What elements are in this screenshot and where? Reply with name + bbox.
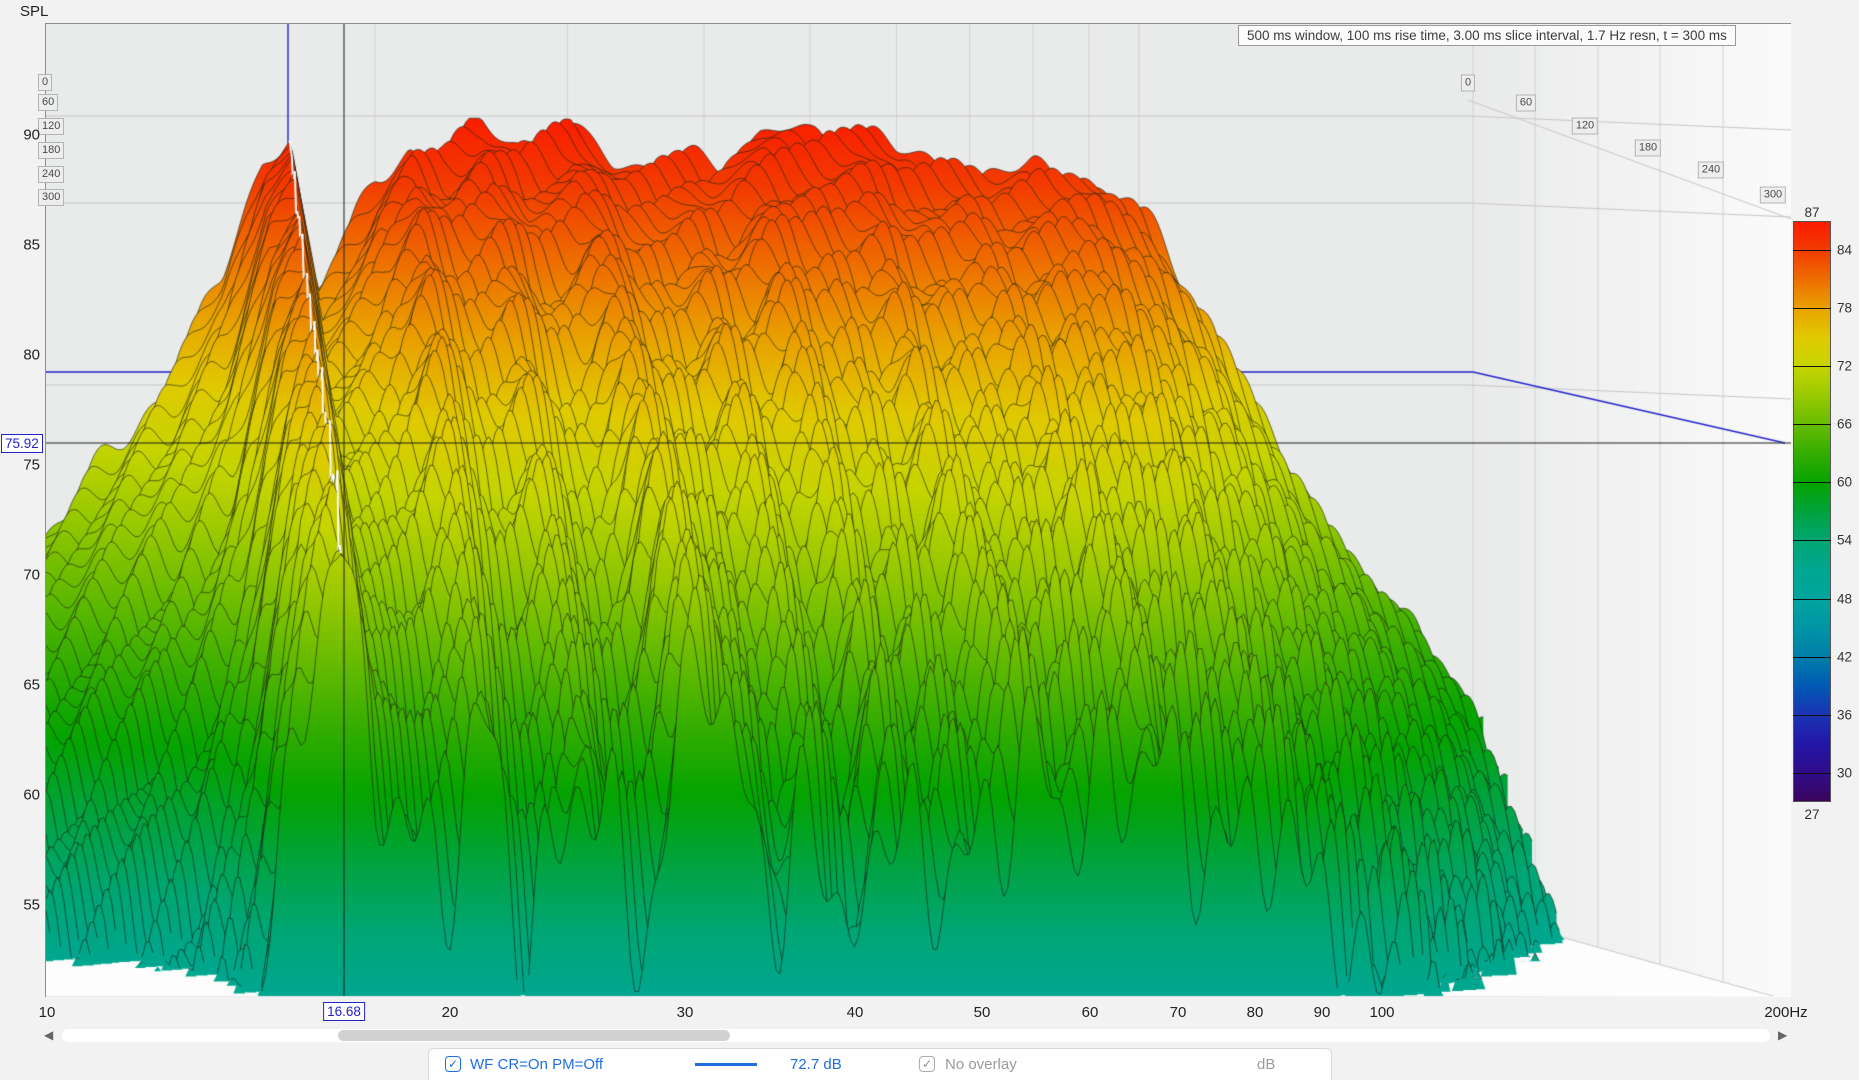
wf-trace-label[interactable]: WF CR=On PM=Off bbox=[470, 1056, 603, 1073]
frequency-axis-label: 60 bbox=[1081, 1004, 1099, 1021]
time-slice-label-right: 240 bbox=[1697, 161, 1725, 179]
color-scale-tick-label: 60 bbox=[1837, 474, 1853, 490]
frequency-axis-label: 200Hz bbox=[1764, 1004, 1808, 1021]
overlay-unit-label: dB bbox=[1257, 1056, 1276, 1073]
time-slice-label-left: 120 bbox=[38, 118, 65, 135]
time-slice-label-left: 60 bbox=[38, 94, 59, 111]
color-scale-tick-line bbox=[1793, 773, 1831, 774]
color-scale-tick-line bbox=[1793, 366, 1831, 367]
color-scale-tick-label: 84 bbox=[1837, 242, 1853, 258]
color-scale-tick-label: 36 bbox=[1837, 707, 1853, 723]
time-slice-label-left: 180 bbox=[38, 142, 65, 159]
color-scale-tick-label: 54 bbox=[1837, 532, 1853, 548]
frequency-axis-label: 90 bbox=[1313, 1004, 1331, 1021]
spl-axis-label: 85 bbox=[23, 236, 40, 254]
frequency-axis-label: 50 bbox=[973, 1004, 991, 1021]
wf-cursor-value: 72.7 dB bbox=[790, 1056, 842, 1073]
frequency-axis-label: 80 bbox=[1246, 1004, 1264, 1021]
color-scale-tick-label: 66 bbox=[1837, 416, 1853, 432]
wf-trace-checkbox[interactable]: ✓ bbox=[445, 1056, 461, 1072]
color-scale-max-label: 87 bbox=[1804, 205, 1820, 220]
color-scale-tick-line bbox=[1793, 250, 1831, 251]
time-slice-label-left: 240 bbox=[38, 166, 65, 183]
waterfall-app: SPL 500 ms window, 100 ms rise time, 3.0… bbox=[0, 0, 1859, 1080]
cursor-spl-readout: 75.92 bbox=[1, 434, 43, 453]
color-scale-tick-line bbox=[1793, 482, 1831, 483]
cursor-frequency-readout: 16.68 bbox=[323, 1002, 365, 1021]
waterfall-canvas[interactable] bbox=[46, 24, 1791, 997]
color-scale-tick-line bbox=[1793, 715, 1831, 716]
spl-axis-label: 80 bbox=[23, 346, 40, 364]
window-settings-readout: 500 ms window, 100 ms rise time, 3.00 ms… bbox=[1238, 25, 1736, 46]
color-scale-tick-label: 30 bbox=[1837, 765, 1853, 781]
scrollbar-right-arrow-icon[interactable]: ▶ bbox=[1778, 1028, 1787, 1043]
color-scale-tick-line bbox=[1793, 424, 1831, 425]
spl-axis-label: 60 bbox=[23, 786, 40, 804]
time-slice-label-right: 0 bbox=[1460, 74, 1476, 92]
spl-axis-label: 55 bbox=[23, 896, 40, 914]
overlay-checkbox[interactable]: ✓ bbox=[919, 1056, 935, 1072]
time-slice-label-right: 180 bbox=[1634, 139, 1662, 157]
frequency-axis-label: 20 bbox=[441, 1004, 459, 1021]
time-slice-label-left: 0 bbox=[38, 74, 53, 91]
scrollbar-left-arrow-icon[interactable]: ◀ bbox=[44, 1028, 53, 1043]
spl-axis-label: 75 bbox=[23, 456, 40, 474]
time-slice-label-right: 60 bbox=[1515, 94, 1537, 112]
waterfall-plot-area[interactable] bbox=[45, 23, 1791, 997]
spl-axis-label: 65 bbox=[23, 676, 40, 694]
scrollbar-track[interactable] bbox=[62, 1029, 1770, 1042]
color-scale-tick-label: 48 bbox=[1837, 591, 1853, 607]
wf-trace-line-sample bbox=[695, 1063, 757, 1066]
legend-bar: ✓ WF CR=On PM=Off 72.7 dB ✓ No overlay d… bbox=[428, 1048, 1332, 1080]
color-scale-tick-label: 78 bbox=[1837, 300, 1853, 316]
time-slice-label-right: 120 bbox=[1571, 117, 1599, 135]
scrollbar-thumb[interactable] bbox=[338, 1030, 730, 1041]
color-scale-min-label: 27 bbox=[1804, 807, 1820, 822]
frequency-axis-label: 40 bbox=[846, 1004, 864, 1021]
frequency-axis-label: 30 bbox=[676, 1004, 694, 1021]
color-scale-tick-line bbox=[1793, 308, 1831, 309]
overlay-label[interactable]: No overlay bbox=[945, 1056, 1017, 1073]
time-slice-label-left: 300 bbox=[38, 189, 65, 206]
frequency-axis-label: 100 bbox=[1369, 1004, 1395, 1021]
color-scale-tick-line bbox=[1793, 540, 1831, 541]
frequency-axis-label: 10 bbox=[38, 1004, 56, 1021]
spl-axis-label: 70 bbox=[23, 566, 40, 584]
spl-axis-title: SPL bbox=[20, 3, 49, 20]
color-scale-tick-label: 42 bbox=[1837, 649, 1853, 665]
color-scale-tick-line bbox=[1793, 657, 1831, 658]
frequency-axis-label: 70 bbox=[1169, 1004, 1187, 1021]
time-slice-label-right: 300 bbox=[1759, 186, 1787, 204]
color-scale-tick-line bbox=[1793, 599, 1831, 600]
spl-axis-label: 90 bbox=[23, 126, 40, 144]
color-scale-tick-label: 72 bbox=[1837, 358, 1853, 374]
